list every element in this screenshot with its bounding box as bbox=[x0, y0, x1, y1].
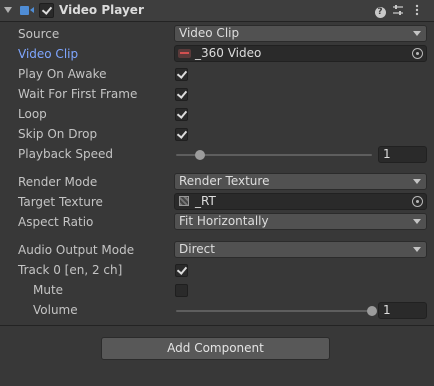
component-header: Video Player ? bbox=[0, 0, 434, 22]
video-clip-value: _360 Video bbox=[195, 46, 262, 60]
volume-value: 1 bbox=[383, 303, 391, 317]
volume-slider-thumb[interactable] bbox=[367, 306, 377, 316]
object-picker-icon[interactable] bbox=[412, 196, 423, 207]
render-mode-label: Render Mode bbox=[18, 175, 98, 189]
volume-label: Volume bbox=[33, 303, 78, 317]
skip-on-drop-checkbox[interactable] bbox=[175, 128, 188, 141]
target-texture-label: Target Texture bbox=[18, 195, 103, 209]
wait-first-frame-checkbox[interactable] bbox=[175, 88, 188, 101]
foldout-arrow-icon[interactable] bbox=[4, 7, 12, 13]
audio-output-mode-dropdown[interactable]: Direct bbox=[174, 241, 427, 258]
playback-speed-input[interactable]: 1 bbox=[378, 146, 427, 163]
aspect-ratio-value: Fit Horizontally bbox=[179, 214, 269, 228]
playback-speed-value: 1 bbox=[383, 147, 391, 161]
checkmark-icon bbox=[176, 128, 188, 139]
mute-checkbox[interactable] bbox=[175, 284, 188, 297]
render-mode-dropdown[interactable]: Render Texture bbox=[174, 173, 427, 190]
aspect-ratio-label: Aspect Ratio bbox=[18, 215, 94, 229]
wait-first-frame-label: Wait For First Frame bbox=[18, 87, 138, 101]
video-clip-field[interactable]: _360 Video bbox=[174, 45, 427, 62]
video-clip-label: Video Clip bbox=[18, 47, 79, 61]
source-value: Video Clip bbox=[179, 26, 240, 40]
loop-label: Loop bbox=[18, 107, 47, 121]
play-on-awake-checkbox[interactable] bbox=[175, 68, 188, 81]
play-on-awake-label: Play On Awake bbox=[18, 67, 107, 81]
render-mode-value: Render Texture bbox=[179, 174, 270, 188]
skip-on-drop-label: Skip On Drop bbox=[18, 127, 98, 141]
source-dropdown[interactable]: Video Clip bbox=[174, 25, 427, 42]
checkmark-icon bbox=[176, 88, 188, 99]
source-label: Source bbox=[18, 27, 60, 41]
target-texture-value: _RT bbox=[195, 194, 216, 208]
target-texture-field[interactable]: _RT bbox=[174, 193, 427, 210]
chevron-down-icon bbox=[413, 31, 421, 36]
section-divider bbox=[0, 325, 434, 326]
audio-output-mode-label: Audio Output Mode bbox=[18, 243, 135, 257]
chevron-down-icon bbox=[413, 179, 421, 184]
volume-slider[interactable] bbox=[176, 310, 372, 312]
component-title: Video Player bbox=[59, 3, 144, 17]
volume-input[interactable]: 1 bbox=[378, 302, 427, 319]
playback-speed-label: Playback Speed bbox=[18, 147, 113, 161]
loop-checkbox[interactable] bbox=[175, 108, 188, 121]
checkmark-icon bbox=[176, 108, 188, 119]
checkmark-icon bbox=[176, 68, 188, 79]
render-texture-icon bbox=[179, 196, 189, 206]
help-icon[interactable]: ? bbox=[373, 4, 387, 18]
playback-speed-slider[interactable] bbox=[176, 154, 372, 156]
video-camera-icon bbox=[20, 6, 34, 15]
aspect-ratio-dropdown[interactable]: Fit Horizontally bbox=[174, 213, 427, 230]
playback-speed-slider-thumb[interactable] bbox=[194, 150, 205, 160]
add-component-button[interactable]: Add Component bbox=[101, 337, 330, 360]
audio-output-mode-value: Direct bbox=[179, 242, 215, 256]
track0-checkbox[interactable] bbox=[175, 264, 188, 277]
checkmark-icon bbox=[176, 264, 188, 275]
component-enabled-checkbox[interactable] bbox=[39, 3, 54, 18]
track0-label: Track 0 [en, 2 ch] bbox=[18, 263, 123, 277]
video-clip-icon bbox=[178, 49, 191, 58]
presets-icon[interactable] bbox=[391, 4, 405, 18]
chevron-down-icon bbox=[413, 247, 421, 252]
menu-kebab-icon[interactable] bbox=[410, 4, 424, 18]
mute-label: Mute bbox=[33, 283, 64, 297]
object-picker-icon[interactable] bbox=[412, 48, 423, 59]
chevron-down-icon bbox=[413, 219, 421, 224]
